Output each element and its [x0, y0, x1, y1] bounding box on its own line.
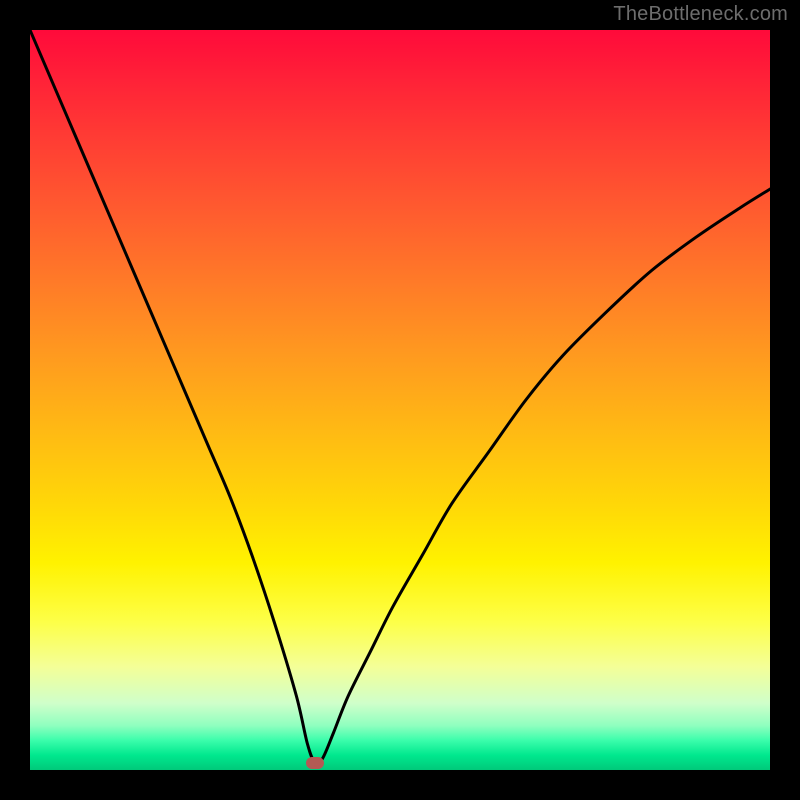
- chart-frame: TheBottleneck.com: [0, 0, 800, 800]
- watermark-text: TheBottleneck.com: [613, 3, 788, 26]
- bottleneck-curve: [30, 30, 770, 764]
- curve-svg: [30, 30, 770, 770]
- optimal-point-marker: [306, 757, 324, 769]
- plot-area: [30, 30, 770, 770]
